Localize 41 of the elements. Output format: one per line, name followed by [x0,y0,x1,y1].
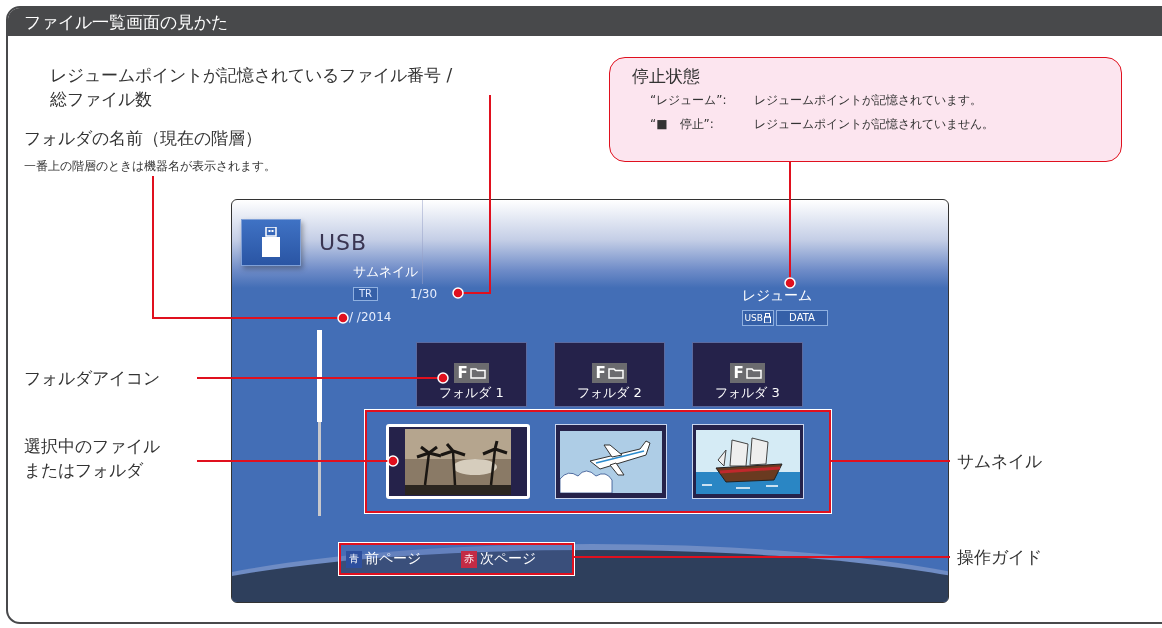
thumbnail[interactable] [555,424,667,499]
state-description: レジュームポイントが記憶されています。 [754,92,983,108]
device-name: USB [319,229,368,255]
callout-label: レジュームポイントが記憶されているファイル番号 / [50,64,453,87]
guide-label: 前ページ [365,550,421,568]
view-mode-label: サムネイル [353,264,419,280]
color-key: 青 [346,550,362,568]
state-term: “■ 停止”: [650,116,715,132]
folder-path: / /2014 [349,310,393,324]
usb-drive-icon [764,313,771,323]
folder-tile[interactable]: F フォルダ 2 [554,342,665,407]
callout-label: フォルダアイコン [24,367,160,390]
folder-label: フォルダ 3 [715,384,780,402]
folder-letter: F [733,364,744,382]
folder-tile[interactable]: F フォルダ 3 [692,342,803,407]
tr-badge: TR [353,287,379,301]
folder-letter: F [457,364,468,382]
callout-label: フォルダの名前（現在の階層） [24,127,262,150]
callout-label: サムネイル [957,450,1042,473]
state-description: レジュームポイントが記憶されていません。 [754,116,995,132]
resume-status: レジューム [741,286,813,304]
callout-title: 停止状態 [632,65,701,88]
panel-title: ファイル一覧画面の見かた [24,10,228,34]
data-badge: DATA [776,310,828,326]
folder-icon [745,367,762,379]
file-count: 1/30 [410,287,437,301]
folder-icon [469,367,486,379]
guide-label: 次ページ [480,550,536,568]
folder-letter: F [595,364,606,382]
folder-icon [607,367,624,379]
state-term: “レジューム”: [650,92,728,108]
callout-label: 選択中のファイル [24,435,160,458]
callout-note: 一番上の階層のときは機器名が表示されます。 [24,159,276,174]
callout-label: またはフォルダ [24,459,143,482]
folder-label: フォルダ 1 [439,384,504,402]
folder-tile[interactable]: F フォルダ 1 [416,342,527,407]
folder-label: フォルダ 2 [577,384,642,402]
callout-label: 総ファイル数 [50,88,152,111]
callout-label: 操作ガイド [957,546,1042,569]
storage-badge-text: USB [744,312,763,324]
usb-drive-icon [261,227,281,257]
